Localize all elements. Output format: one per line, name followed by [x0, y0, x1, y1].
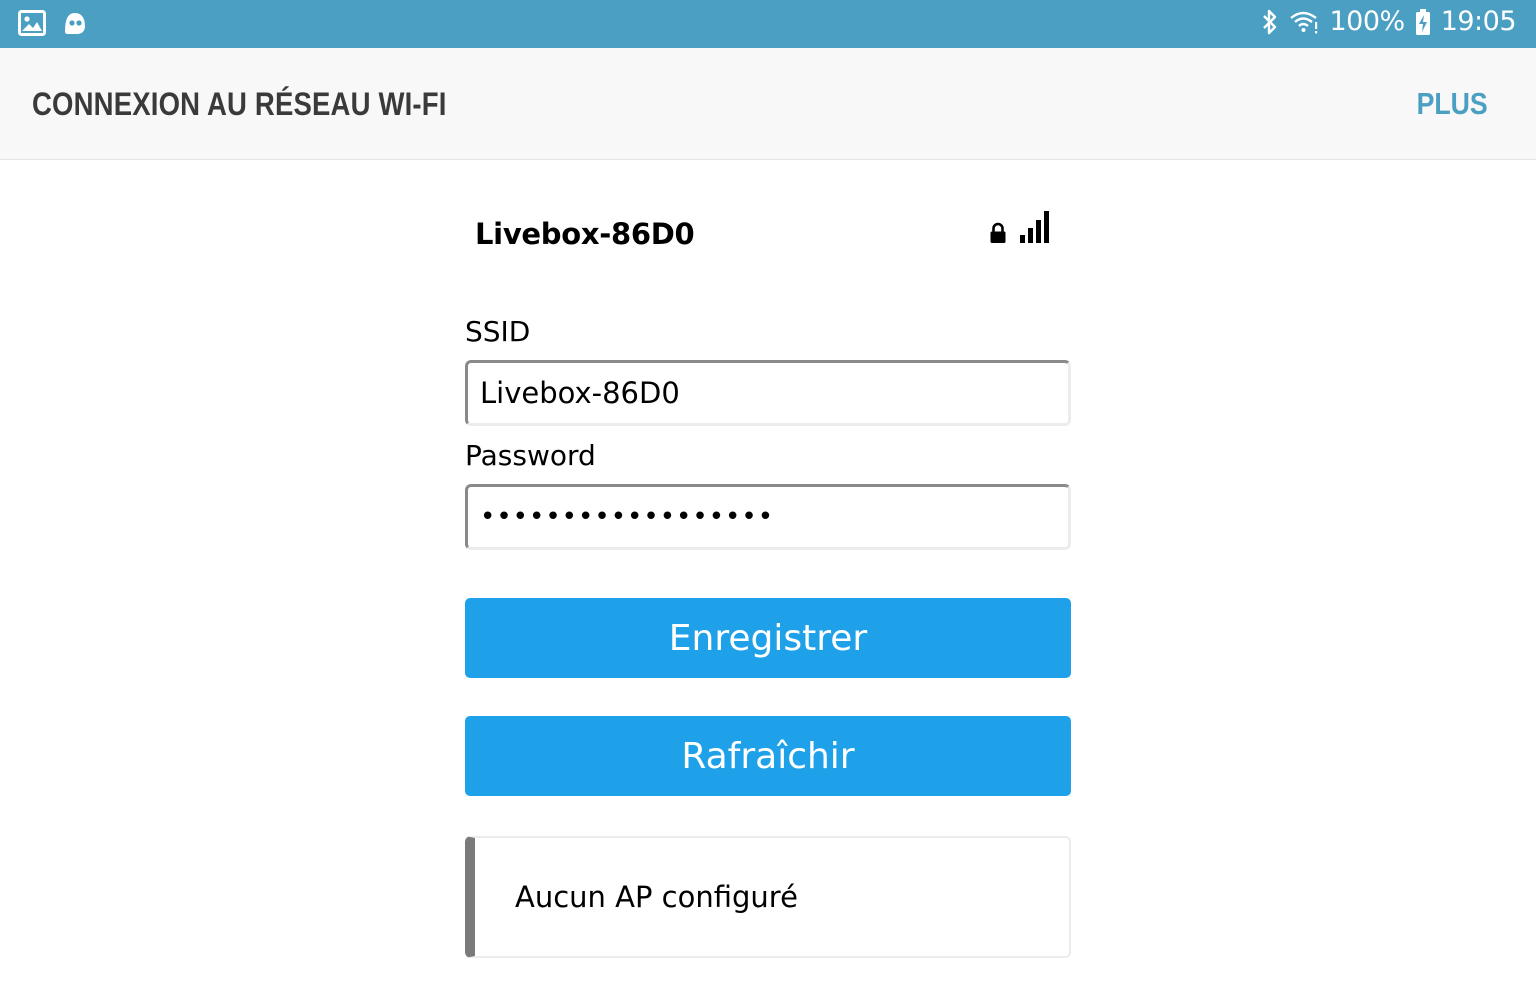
- bluetooth-icon: [1261, 8, 1279, 36]
- save-button[interactable]: Enregistrer: [465, 598, 1071, 678]
- battery-percentage: 100%: [1329, 6, 1405, 37]
- status-bar-right: 100% 19:05: [1261, 6, 1517, 37]
- network-status-icons: [989, 211, 1051, 249]
- wifi-icon: [1289, 9, 1319, 35]
- gallery-icon: [18, 10, 46, 36]
- app-bar: CONNEXION AU RÉSEAU WI-FI PLUS: [0, 48, 1536, 160]
- password-input[interactable]: [465, 484, 1071, 550]
- ghost-app-icon: [62, 10, 88, 36]
- signal-strength-icon: [1019, 210, 1051, 249]
- clock: 19:05: [1440, 6, 1517, 37]
- notice-text: Aucun AP configuré: [515, 880, 798, 914]
- refresh-button[interactable]: Rafraîchir: [465, 716, 1071, 796]
- page-title: CONNEXION AU RÉSEAU WI-FI: [32, 86, 447, 122]
- ssid-label: SSID: [465, 315, 531, 348]
- password-label: Password: [465, 439, 596, 472]
- lock-icon: [989, 222, 1007, 249]
- status-bar-left: [18, 10, 88, 36]
- status-notice: Aucun AP configuré: [465, 836, 1071, 958]
- more-button[interactable]: PLUS: [1417, 86, 1488, 122]
- status-bar: 100% 19:05: [0, 0, 1536, 48]
- network-name: Livebox-86D0: [475, 217, 695, 251]
- network-item[interactable]: Livebox-86D0: [475, 211, 1065, 259]
- ssid-input[interactable]: [465, 360, 1071, 426]
- battery-charging-icon: [1415, 8, 1431, 36]
